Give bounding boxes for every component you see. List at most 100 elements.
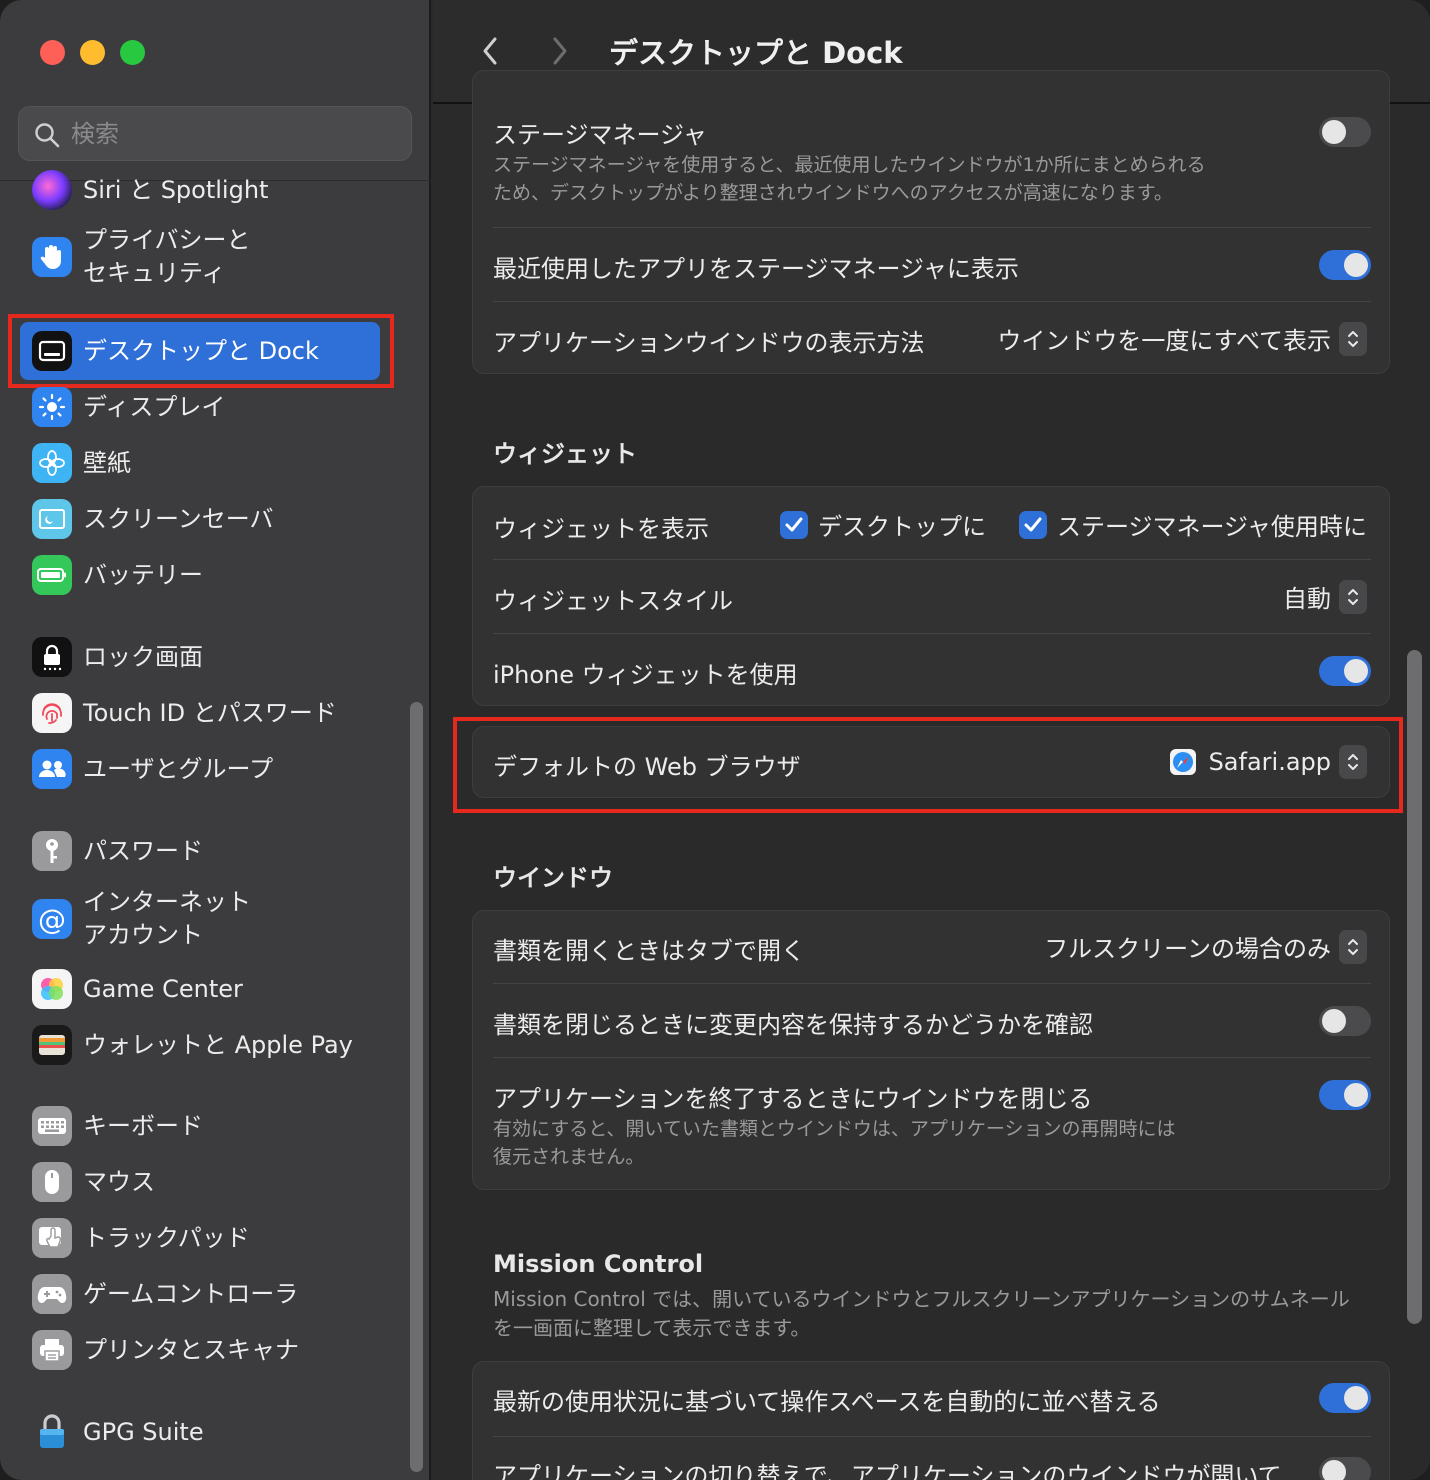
sidebar-item-label: トラックパッド bbox=[83, 1223, 250, 1252]
sidebar-item-label: Siri と Spotlight bbox=[83, 175, 269, 204]
sidebar-item-passwords[interactable]: パスワード bbox=[20, 825, 392, 877]
page-title: デスクトップと Dock bbox=[609, 36, 903, 70]
widget-style-row: ウィジェットスタイル 自動 bbox=[493, 579, 1371, 619]
sidebar-item-gpg-suite[interactable]: GPG Suite bbox=[20, 1406, 392, 1458]
close-window-button[interactable] bbox=[40, 40, 65, 65]
sidebar-scrollbar[interactable] bbox=[410, 702, 423, 1472]
toggle-knob bbox=[1344, 1083, 1368, 1107]
stage-manager-card: ステージマネージャ ステージマネージャを使用すると、最近使用したウインドウが1か… bbox=[472, 70, 1390, 374]
sidebar-item-label: キーボード bbox=[83, 1111, 203, 1140]
checkbox-label: ステージマネージャ使用時に bbox=[1057, 513, 1367, 541]
stage-manager-label: ステージマネージャ bbox=[493, 121, 707, 149]
forward-button[interactable] bbox=[543, 32, 577, 70]
checkbox-label: デスクトップに bbox=[818, 513, 986, 541]
ask-keep-changes-row: 書類を閉じるときに変更内容を保持するかどうかを確認 bbox=[493, 1005, 1371, 1039]
iphone-widgets-label: iPhone ウィジェットを使用 bbox=[493, 661, 798, 689]
sidebar-item-keyboard[interactable]: キーボード bbox=[20, 1100, 392, 1152]
zoom-window-button[interactable] bbox=[120, 40, 145, 65]
open-in-tabs-popup[interactable]: フルスクリーンの場合のみ bbox=[1044, 929, 1367, 964]
show-widgets-row: ウィジェットを表示 デスクトップに ステージマネージャ使用時に bbox=[493, 507, 1371, 543]
sidebar-item-trackpad[interactable]: トラックパッド bbox=[20, 1212, 392, 1264]
chevron-left-icon bbox=[483, 37, 497, 65]
in-stage-manager-checkbox[interactable]: ステージマネージャ使用時に bbox=[1019, 507, 1367, 542]
iphone-widgets-toggle[interactable] bbox=[1319, 656, 1371, 686]
sidebar-item-users[interactable]: ユーザとグループ bbox=[20, 743, 392, 795]
widgets-card: ウィジェットを表示 デスクトップに ステージマネージャ使用時に ウィジェットスタ… bbox=[472, 486, 1390, 706]
description-line: を一画面に整理して表示できます。 bbox=[493, 1316, 811, 1340]
sidebar-item-wallet[interactable]: ウォレットと Apple Pay bbox=[20, 1019, 392, 1071]
wallet-icon bbox=[32, 1025, 72, 1065]
default-browser-label: デフォルトの Web ブラウザ bbox=[493, 753, 801, 781]
windows-card: 書類を開くときはタブで開く フルスクリーンの場合のみ 書類を閉じるときに変更内容… bbox=[472, 910, 1390, 1190]
search-field[interactable] bbox=[18, 106, 412, 161]
battery-icon bbox=[32, 555, 72, 595]
sidebar-item-privacy[interactable]: プライバシーと セキュリティ bbox=[20, 222, 392, 292]
on-desktop-checkbox[interactable]: デスクトップに bbox=[780, 507, 986, 542]
windows-section-title: ウインドウ bbox=[493, 864, 613, 892]
popup-value: Safari.app bbox=[1208, 748, 1331, 776]
sidebar-item-siri[interactable]: Siri と Spotlight bbox=[20, 164, 392, 216]
updown-chevron-icon bbox=[1339, 321, 1367, 356]
popup-value: フルスクリーンの場合のみ bbox=[1044, 935, 1331, 963]
close-windows-label: アプリケーションを終了するときにウインドウを閉じる bbox=[493, 1085, 1093, 1113]
mission-control-description: Mission Control では、開いているウインドウとフルスクリーンアプリ… bbox=[493, 1285, 1383, 1343]
toggle-knob bbox=[1344, 253, 1368, 277]
sidebar-item-label: スクリーンセーバ bbox=[83, 504, 274, 533]
gamepad-icon bbox=[32, 1274, 72, 1314]
sidebar-item-label: バッテリー bbox=[83, 560, 203, 589]
ask-keep-changes-toggle[interactable] bbox=[1319, 1006, 1371, 1036]
sidebar-item-battery[interactable]: バッテリー bbox=[20, 549, 392, 601]
safari-icon bbox=[1169, 748, 1197, 776]
default-browser-popup[interactable]: Safari.app bbox=[1169, 745, 1367, 779]
switch-to-space-toggle[interactable] bbox=[1319, 1457, 1371, 1480]
sidebar-item-desktop-dock[interactable]: デスクトップと Dock bbox=[20, 322, 380, 380]
divider bbox=[493, 1057, 1371, 1058]
sidebar-item-label: Game Center bbox=[83, 974, 243, 1003]
app-windows-label: アプリケーションウインドウの表示方法 bbox=[493, 329, 925, 357]
sidebar-item-label: マウス bbox=[83, 1167, 155, 1196]
flower-icon bbox=[32, 443, 72, 483]
mouse-icon bbox=[32, 1162, 72, 1202]
gpg-lock-icon bbox=[32, 1412, 72, 1452]
recent-apps-row: 最近使用したアプリをステージマネージャに表示 bbox=[493, 249, 1371, 283]
description-line: ステージマネージャを使用すると、最近使用したウインドウが1か所にまとめられる bbox=[493, 154, 1206, 176]
main-scrollbar[interactable] bbox=[1407, 650, 1422, 1324]
sidebar-item-lock-screen[interactable]: ロック画面 bbox=[20, 631, 392, 683]
siri-icon bbox=[32, 170, 72, 210]
updown-chevron-icon bbox=[1339, 579, 1367, 614]
recent-apps-toggle[interactable] bbox=[1319, 250, 1371, 280]
hand-icon bbox=[32, 237, 72, 277]
description-line: Mission Control では、開いているウインドウとフルスクリーンアプリ… bbox=[493, 1287, 1350, 1311]
sidebar-item-label: ウォレットと Apple Pay bbox=[83, 1030, 353, 1059]
divider bbox=[493, 1436, 1371, 1437]
toggle-knob bbox=[1322, 1009, 1346, 1033]
sidebar-item-wallpaper[interactable]: 壁紙 bbox=[20, 437, 392, 489]
sidebar-item-game-center[interactable]: Game Center bbox=[20, 963, 392, 1015]
sidebar-item-game-controllers[interactable]: ゲームコントローラ bbox=[20, 1268, 392, 1320]
switch-to-space-label: アプリケーションの切り替えで、アプリケーションのウインドウが開いて bbox=[493, 1462, 1282, 1480]
sidebar-item-mouse[interactable]: マウス bbox=[20, 1156, 392, 1208]
widget-style-popup[interactable]: 自動 bbox=[1283, 579, 1367, 614]
stage-manager-toggle[interactable] bbox=[1319, 117, 1371, 147]
sidebar-item-screensaver[interactable]: スクリーンセーバ bbox=[20, 493, 392, 545]
app-windows-popup[interactable]: ウインドウを一度にすべて表示 bbox=[997, 321, 1367, 356]
back-button[interactable] bbox=[473, 32, 507, 70]
sidebar-item-displays[interactable]: ディスプレイ bbox=[20, 381, 392, 433]
sidebar-item-touch-id[interactable]: Touch ID とパスワード bbox=[20, 687, 392, 739]
sidebar-item-label: ディスプレイ bbox=[83, 392, 226, 421]
search-input[interactable] bbox=[71, 117, 391, 151]
game-center-icon bbox=[32, 969, 72, 1009]
stage-manager-row: ステージマネージャ ステージマネージャを使用すると、最近使用したウインドウが1か… bbox=[493, 115, 1371, 225]
divider bbox=[493, 559, 1371, 560]
minimize-window-button[interactable] bbox=[80, 40, 105, 65]
toggle-knob bbox=[1344, 1386, 1368, 1410]
sidebar-item-printers[interactable]: プリンタとスキャナ bbox=[20, 1324, 392, 1376]
close-windows-toggle[interactable] bbox=[1319, 1080, 1371, 1110]
keyboard-icon bbox=[32, 1106, 72, 1146]
sidebar-item-internet-accounts[interactable]: @ インターネット アカウント bbox=[20, 884, 392, 954]
chevron-right-icon bbox=[553, 37, 567, 65]
updown-chevron-icon bbox=[1339, 745, 1367, 779]
mission-control-card: 最新の使用状況に基づいて操作スペースを自動的に並べ替える アプリケーションの切り… bbox=[472, 1361, 1390, 1480]
main-pane: デスクトップと Dock ステージマネージャ ステージマネージャを使用すると、最… bbox=[433, 0, 1430, 1480]
rearrange-spaces-toggle[interactable] bbox=[1319, 1383, 1371, 1413]
